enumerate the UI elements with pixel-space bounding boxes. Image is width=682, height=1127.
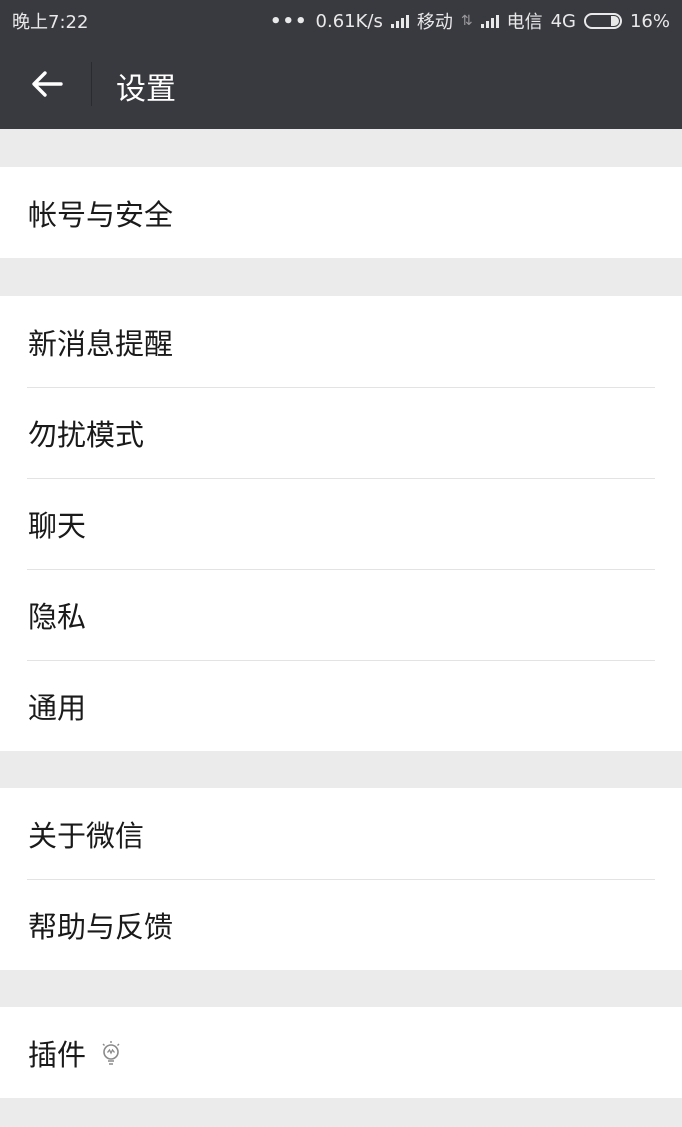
settings-item-new-message-alerts[interactable]: 新消息提醒 xyxy=(0,296,682,387)
status-dots: ••• xyxy=(270,10,308,32)
nav-divider xyxy=(91,62,92,106)
status-right: ••• 0.61K/s 移动 ⇅ 电信 4G 16% xyxy=(270,8,670,34)
settings-item-help-feedback[interactable]: 帮助与反馈 xyxy=(0,879,682,970)
group-about: 关于微信 帮助与反馈 xyxy=(0,788,682,970)
group-plugins: 插件 xyxy=(0,1007,682,1098)
status-time: 晚上7:22 xyxy=(12,12,89,33)
nav-bar: 设置 xyxy=(0,40,682,129)
settings-item-about[interactable]: 关于微信 xyxy=(0,788,682,879)
arrow-left-icon xyxy=(32,71,63,97)
carrier-2: 电信 xyxy=(506,12,543,33)
item-label: 隐私 xyxy=(28,599,87,634)
back-button[interactable] xyxy=(22,62,72,106)
settings-item-general[interactable]: 通用 xyxy=(0,660,682,751)
settings-item-privacy[interactable]: 隐私 xyxy=(0,569,682,660)
network-speed: 0.61K/s xyxy=(315,10,383,32)
item-label: 勿扰模式 xyxy=(28,417,145,452)
item-label: 通用 xyxy=(28,690,87,725)
signal-icon-2 xyxy=(480,14,499,28)
settings-item-account-security[interactable]: 帐号与安全 xyxy=(0,167,682,258)
item-label: 插件 xyxy=(28,1037,87,1072)
settings-item-do-not-disturb[interactable]: 勿扰模式 xyxy=(0,387,682,478)
page-title: 设置 xyxy=(116,72,176,107)
network-type: 4G xyxy=(550,10,576,32)
battery-percent: 16% xyxy=(629,10,670,32)
settings-item-plugins[interactable]: 插件 xyxy=(0,1007,682,1098)
lightbulb-icon xyxy=(100,1040,122,1066)
item-label: 帐号与安全 xyxy=(28,197,174,232)
group-general: 新消息提醒 勿扰模式 聊天 隐私 通用 xyxy=(0,296,682,751)
status-bar: 晚上7:22 ••• 0.61K/s 移动 ⇅ 电信 4G 16% xyxy=(0,0,682,40)
item-label: 关于微信 xyxy=(28,818,145,853)
item-label: 帮助与反馈 xyxy=(28,909,174,944)
item-label: 聊天 xyxy=(28,508,87,543)
signal-icon xyxy=(390,14,409,28)
battery-icon xyxy=(583,13,622,29)
data-transfer-icon: ⇅ xyxy=(460,13,473,29)
settings-item-chats[interactable]: 聊天 xyxy=(0,478,682,569)
group-account: 帐号与安全 xyxy=(0,167,682,258)
item-label: 新消息提醒 xyxy=(28,326,174,361)
carrier-1: 移动 xyxy=(416,12,453,33)
